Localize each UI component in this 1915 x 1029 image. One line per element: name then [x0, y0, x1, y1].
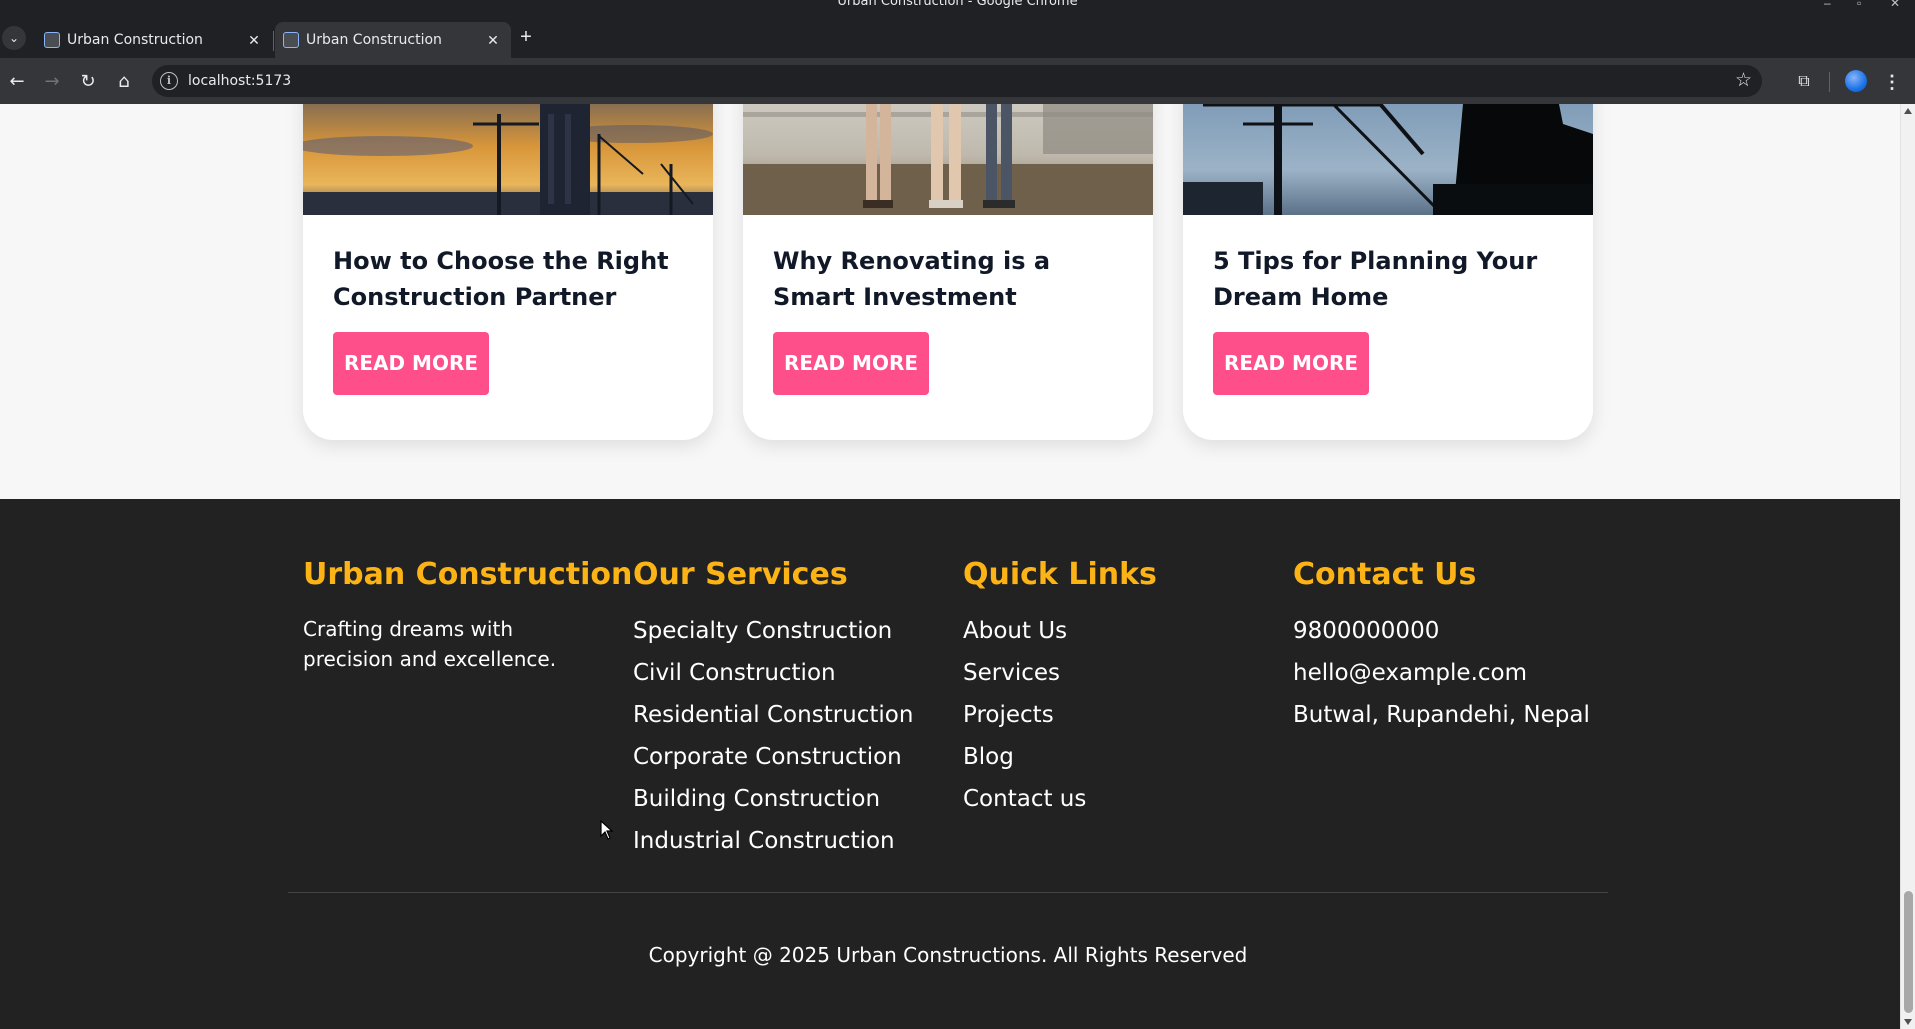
toolbar-separator — [1829, 72, 1830, 92]
read-more-button[interactable]: READ MORE — [333, 332, 489, 395]
minimize-icon[interactable]: – — [1824, 0, 1831, 10]
new-tab-icon[interactable]: + — [514, 26, 538, 50]
close-tab-icon[interactable]: ✕ — [483, 30, 503, 50]
footer-quick-links-column: Quick Links About Us Services Projects B… — [963, 557, 1157, 820]
blog-card: 5 Tips for Planning Your Dream Home READ… — [1183, 104, 1593, 440]
window-titlebar: Urban Construction - Google Chrome – ▫ ✕ — [0, 0, 1915, 17]
reload-icon[interactable]: ↻ — [74, 68, 102, 96]
workers-on-site-image — [743, 104, 1153, 215]
site-footer: Urban Construction Crafting dreams with … — [0, 499, 1900, 1029]
footer-quick-link[interactable]: About Us — [963, 610, 1157, 652]
construction-skyline-image — [303, 104, 713, 215]
footer-quick-link[interactable]: Projects — [963, 694, 1157, 736]
scrollbar-thumb[interactable] — [1904, 891, 1913, 1013]
blog-card-image — [303, 104, 713, 215]
tab-strip: ⌄ Urban Construction ✕ Urban Constructio… — [0, 17, 1915, 58]
footer-tagline: Crafting dreams with precision and excel… — [303, 617, 557, 671]
page-viewport: How to Choose the Right Construction Par… — [0, 104, 1900, 1029]
blog-card-image — [743, 104, 1153, 215]
blog-card: Why Renovating is a Smart Investment REA… — [743, 104, 1153, 440]
blog-card-title: How to Choose the Right Construction Par… — [333, 247, 669, 311]
tab-inactive[interactable]: Urban Construction ✕ — [36, 22, 272, 58]
footer-services-column: Our Services Specialty Construction Civi… — [633, 557, 913, 862]
profile-avatar[interactable] — [1845, 70, 1867, 92]
close-window-icon[interactable]: ✕ — [1890, 0, 1900, 10]
blog-card-image — [1183, 104, 1593, 215]
home-icon[interactable]: ⌂ — [110, 68, 138, 96]
site-info-icon[interactable]: i — [160, 72, 178, 90]
tab-separator — [273, 31, 274, 51]
footer-contact-heading: Contact Us — [1293, 557, 1477, 592]
favicon-icon — [44, 32, 60, 48]
footer-service-link[interactable]: Building Construction — [633, 778, 913, 820]
blog-section: How to Choose the Right Construction Par… — [0, 104, 1900, 499]
footer-service-link[interactable]: Industrial Construction — [633, 820, 913, 862]
browser-menu-icon[interactable]: ⋮ — [1882, 68, 1902, 96]
footer-quick-link[interactable]: Contact us — [963, 778, 1157, 820]
footer-contact-address: Butwal, Rupandehi, Nepal — [1293, 702, 1590, 728]
browser-toolbar: ← → ↻ ⌂ i localhost:5173 ☆ ⧉ ⋮ — [0, 58, 1915, 104]
page-scrollbar[interactable] — [1900, 104, 1915, 1029]
read-more-button[interactable]: READ MORE — [1213, 332, 1369, 395]
extensions-icon[interactable]: ⧉ — [1790, 68, 1818, 96]
footer-contact-email[interactable]: hello@example.com — [1293, 652, 1590, 694]
blog-card-title: Why Renovating is a Smart Investment — [773, 247, 1051, 311]
footer-quick-links-heading: Quick Links — [963, 557, 1157, 592]
footer-copyright: Copyright @ 2025 Urban Constructions. Al… — [648, 943, 1248, 967]
scroll-down-icon[interactable] — [1904, 1019, 1912, 1025]
forward-icon[interactable]: → — [38, 68, 66, 96]
address-bar[interactable]: i localhost:5173 ☆ — [152, 65, 1762, 97]
crane-silhouette-image — [1183, 104, 1593, 215]
url-text[interactable]: localhost:5173 — [188, 73, 291, 89]
read-more-button[interactable]: READ MORE — [773, 332, 929, 395]
footer-quick-link[interactable]: Services — [963, 652, 1157, 694]
maximize-icon[interactable]: ▫ — [1857, 0, 1861, 10]
footer-contact-column: Contact Us 9800000000 hello@example.com … — [1293, 557, 1590, 736]
footer-service-link[interactable]: Civil Construction — [633, 652, 913, 694]
tab-title: Urban Construction — [306, 32, 442, 48]
blog-card: How to Choose the Right Construction Par… — [303, 104, 713, 440]
footer-brand-heading: Urban Construction — [303, 557, 633, 592]
mouse-cursor-icon — [600, 820, 614, 840]
footer-service-link[interactable]: Corporate Construction — [633, 736, 913, 778]
footer-contact-phone[interactable]: 9800000000 — [1293, 610, 1590, 652]
tab-search-icon[interactable]: ⌄ — [2, 26, 26, 50]
back-icon[interactable]: ← — [3, 68, 31, 96]
footer-divider — [288, 892, 1608, 893]
tab-active[interactable]: Urban Construction ✕ — [275, 22, 511, 58]
footer-service-link[interactable]: Residential Construction — [633, 694, 913, 736]
footer-services-heading: Our Services — [633, 557, 848, 592]
footer-brand-column: Urban Construction Crafting dreams with … — [303, 557, 632, 674]
close-tab-icon[interactable]: ✕ — [244, 30, 264, 50]
tab-title: Urban Construction — [67, 32, 203, 48]
footer-quick-link[interactable]: Blog — [963, 736, 1157, 778]
blog-card-title: 5 Tips for Planning Your Dream Home — [1213, 247, 1538, 311]
scroll-up-icon[interactable] — [1904, 108, 1912, 114]
window-title: Urban Construction - Google Chrome — [837, 0, 1078, 9]
footer-service-link[interactable]: Specialty Construction — [633, 610, 913, 652]
bookmark-star-icon[interactable]: ☆ — [1735, 69, 1752, 92]
favicon-icon — [283, 32, 299, 48]
